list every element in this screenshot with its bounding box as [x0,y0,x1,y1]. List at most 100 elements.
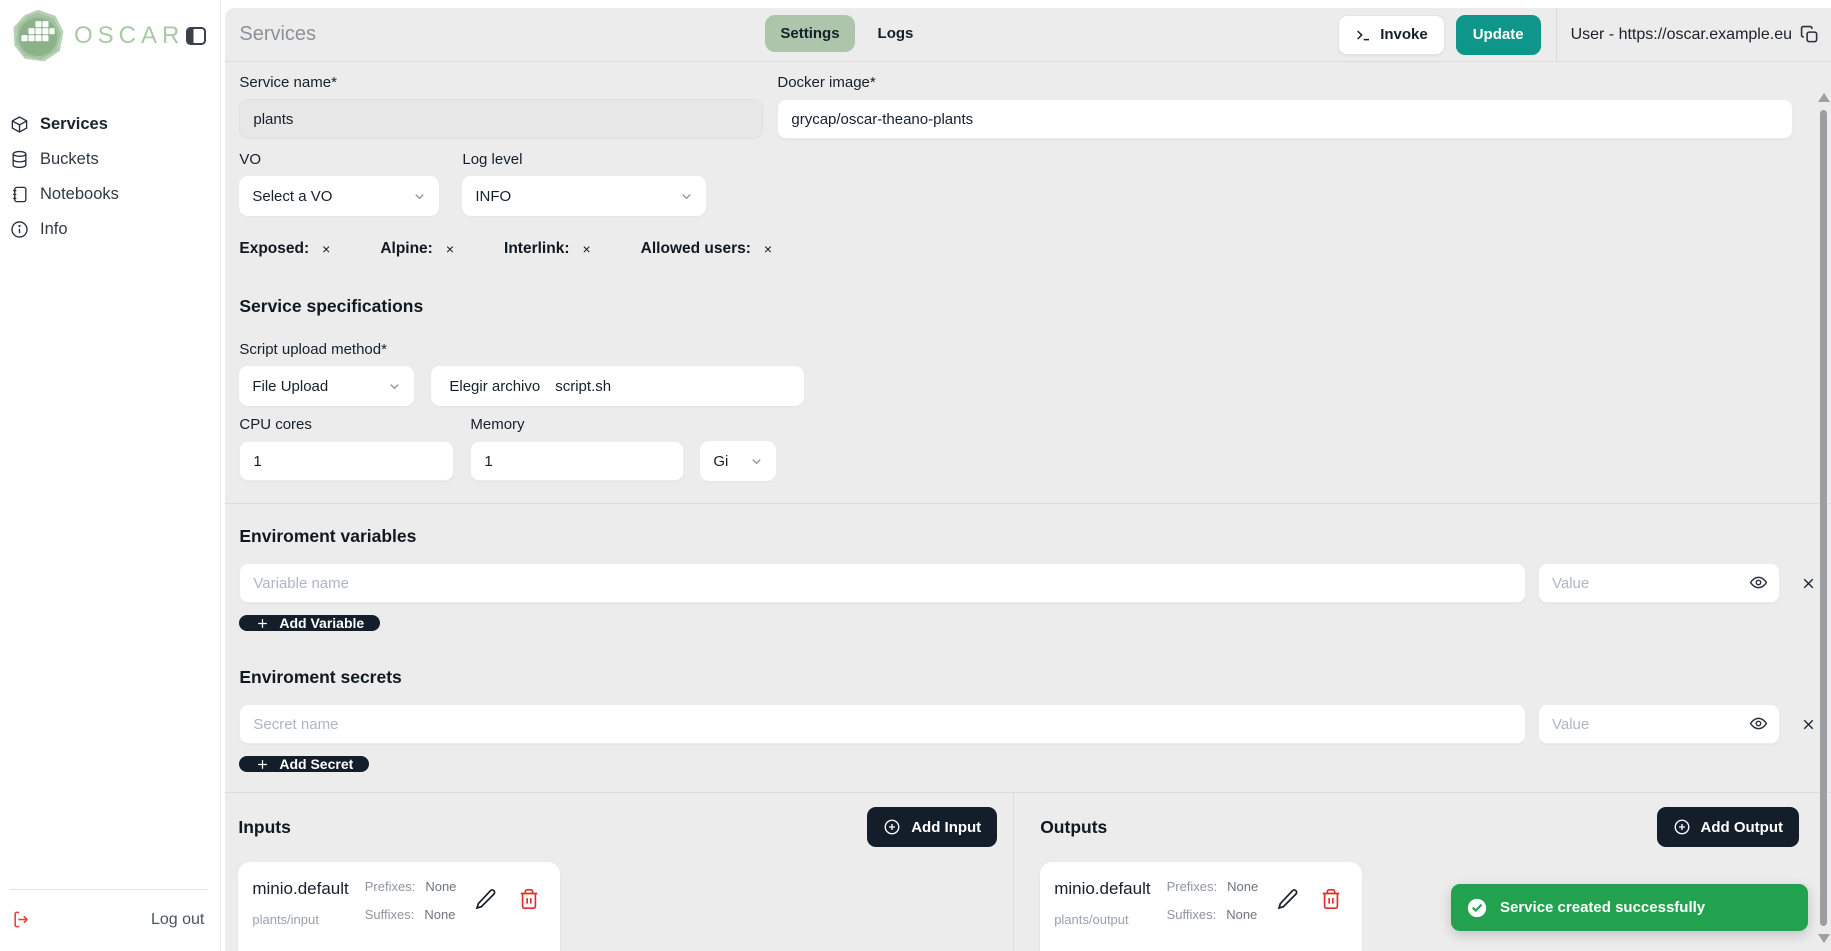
user-endpoint: User - https://oscar.example.eu [1557,25,1819,44]
add-secret-label: Add Secret [279,756,353,772]
add-input-label: Add Input [911,819,981,836]
sidebar-footer: Log out [10,889,208,937]
output-provider: minio.default [1054,879,1150,899]
sidebar-item-label: Info [40,220,68,239]
oscar-app: OSCAR Services Buckets [0,0,1831,951]
variable-value-input[interactable] [1538,563,1780,603]
vo-select-value: Select a VO [252,188,332,205]
eye-icon[interactable] [1749,714,1768,733]
service-flags: Exposed: × Alpine: × Interlink: × Allowe… [239,240,1817,258]
cube-icon [10,115,29,134]
chevron-down-icon [679,189,694,204]
logo-wordmark: OSCAR [74,22,184,50]
sidebar-item-label: Services [40,115,108,134]
sidebar-item-notebooks[interactable]: Notebooks [10,184,208,204]
secret-name-input[interactable] [239,704,1526,744]
suffixes-label: Suffixes: [365,907,415,922]
topbar: Services Settings Logs Invoke Update [225,8,1831,62]
scrollbar [1816,63,1831,951]
chevron-down-icon [412,189,427,204]
topbar-actions: Invoke Update User - https://oscar.examp… [1338,8,1819,61]
delete-output-icon[interactable] [1320,888,1342,910]
secret-value-input[interactable] [1538,704,1780,744]
log-level-select-value: INFO [475,188,511,205]
vo-label: VO [239,151,439,168]
output-path: plants/output [1054,912,1150,927]
inputs-section: Inputs Add Input minio.default [225,793,1013,951]
script-file-input[interactable]: Elegir archivo script.sh [431,366,804,406]
flag-state: × [322,241,330,257]
sidebar-nav: Services Buckets Notebooks Info [10,114,208,239]
scroll-up-arrow[interactable] [1818,93,1830,102]
sidebar-item-info[interactable]: Info [10,219,208,239]
prefixes-label: Prefixes: [1167,879,1218,894]
invoke-button[interactable]: Invoke [1338,15,1445,55]
service-name-label: Service name* [239,74,763,91]
notebook-icon [10,185,29,204]
main-area: Services Settings Logs Invoke Update [221,0,1831,951]
docker-image-input[interactable] [777,99,1793,139]
remove-variable-icon[interactable] [1800,575,1817,592]
flag-label: Allowed users: [641,240,751,258]
env-variables-heading: Enviroment variables [239,526,1817,547]
update-button[interactable]: Update [1456,15,1541,55]
prefixes-value: None [1227,879,1258,894]
logout-button[interactable]: Log out [151,911,204,929]
remove-secret-icon[interactable] [1800,716,1817,733]
terminal-icon [1355,27,1371,43]
oscar-logo-icon [10,8,66,64]
memory-unit-value: Gi [713,453,728,470]
add-variable-button[interactable]: Add Variable [239,615,380,631]
scroll-down-arrow[interactable] [1818,934,1830,943]
cpu-cores-label: CPU cores [239,416,454,433]
docker-image-label: Docker image* [777,74,1793,91]
log-level-label: Log level [462,151,706,168]
tab-logs[interactable]: Logs [863,15,929,52]
sidebar-item-label: Buckets [40,150,99,169]
flag-state: × [582,241,590,257]
memory-input[interactable] [470,441,684,481]
sidebar-item-buckets[interactable]: Buckets [10,149,208,169]
tab-settings[interactable]: Settings [765,15,854,52]
eye-icon[interactable] [1749,573,1768,592]
choose-file-button[interactable]: Elegir archivo [449,378,540,395]
database-icon [10,150,29,169]
log-level-select[interactable]: INFO [462,176,706,216]
copy-icon[interactable] [1800,25,1819,44]
add-output-button[interactable]: Add Output [1657,807,1799,847]
edit-output-icon[interactable] [1276,887,1300,911]
tab-bar: Settings Logs [765,15,928,52]
cpu-cores-input[interactable] [239,441,454,481]
section-divider [225,503,1831,504]
delete-input-icon[interactable] [518,888,540,910]
add-input-button[interactable]: Add Input [867,807,997,847]
sidebar-toggle-icon[interactable] [184,24,208,48]
add-secret-button[interactable]: Add Secret [239,756,369,772]
memory-unit-select[interactable]: Gi [700,441,776,481]
edit-input-icon[interactable] [474,887,498,911]
output-card: minio.default plants/output Prefixes: No… [1040,862,1362,951]
variable-name-input[interactable] [239,563,1526,603]
sidebar-item-services[interactable]: Services [10,114,208,134]
chevron-down-icon [387,379,402,394]
vo-select[interactable]: Select a VO [239,176,439,216]
service-specifications-heading: Service specifications [239,296,1817,317]
toast-message: Service created successfully [1500,899,1705,916]
service-name-input[interactable] [239,99,763,139]
env-secrets-heading: Enviroment secrets [239,667,1817,688]
add-variable-label: Add Variable [279,615,364,631]
memory-label: Memory [470,416,684,433]
chosen-file-name: script.sh [555,378,611,395]
scrollbar-thumb[interactable] [1820,110,1827,926]
script-upload-label: Script upload method* [239,341,1817,358]
prefixes-label: Prefixes: [365,879,416,894]
suffixes-label: Suffixes: [1167,907,1217,922]
logout-icon[interactable] [12,910,31,929]
suffixes-value: None [1226,907,1257,922]
input-path: plants/input [252,912,348,927]
content-panel: Services Settings Logs Invoke Update [225,8,1831,951]
outputs-heading: Outputs [1040,817,1107,838]
script-upload-method-select[interactable]: File Upload [239,366,414,406]
sidebar: OSCAR Services Buckets [0,0,221,951]
add-output-label: Add Output [1701,819,1783,836]
